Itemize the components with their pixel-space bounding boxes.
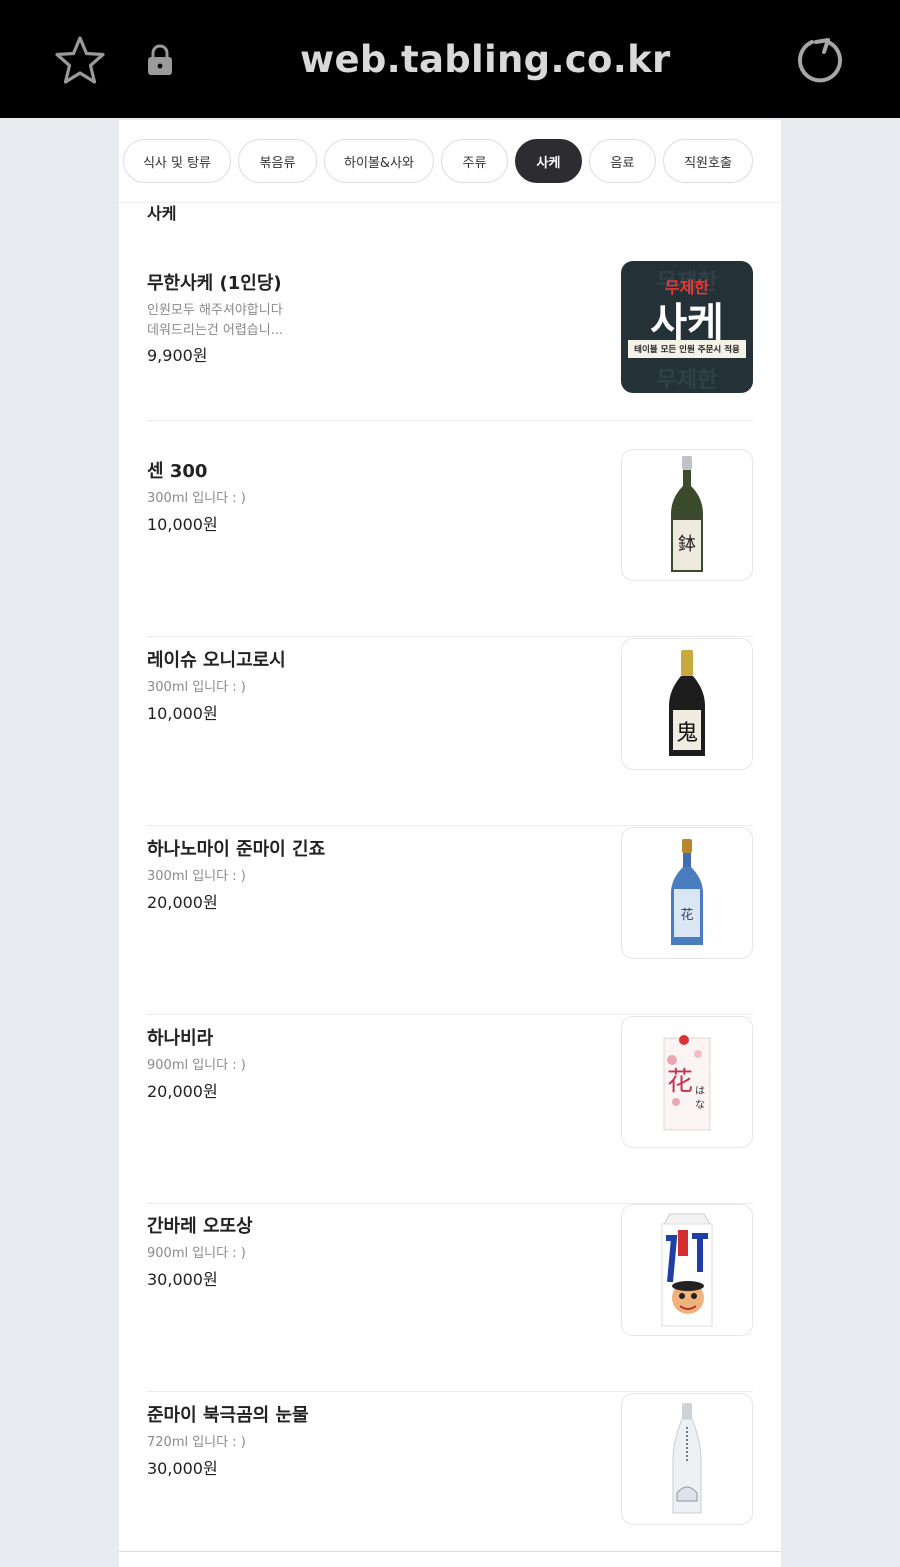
menu-item[interactable]: 센 300 300ml 입니다 : ) 10,000원 鉢 [147, 449, 753, 637]
item-image[interactable]: 花 [621, 827, 753, 959]
unlimited-sake-badge: 무제한 무제한 무제한 사케 테이블 모든 인원 주문시 적용 [622, 262, 752, 392]
tab-drinks[interactable]: 음료 [589, 139, 656, 183]
sake-bottle-image [672, 1403, 702, 1514]
item-name: 레이슈 오니고로시 [147, 650, 286, 671]
item-price: 20,000원 [147, 1082, 218, 1101]
category-tabs: 식사 및 탕류 볶음류 하이볼&사와 주류 사케 음료 직원호출 [119, 120, 781, 203]
tab-stir-fry[interactable]: 볶음류 [238, 139, 317, 183]
item-name: 무한사케 (1인당) [147, 273, 282, 294]
menu-item[interactable]: 간바레 오또상 900ml 입니다 : ) 30,000원 [147, 1204, 753, 1392]
item-description: 300ml 입니다 : ) [147, 680, 246, 695]
tab-sake[interactable]: 사케 [515, 139, 582, 183]
item-image[interactable]: 花 は な [621, 1016, 753, 1148]
item-image[interactable] [621, 1204, 753, 1336]
item-image[interactable]: 무제한 무제한 무제한 사케 테이블 모든 인원 주문시 적용 [621, 261, 753, 393]
item-price: 9,900원 [147, 346, 208, 365]
sake-bottle-image: 鉢 [671, 456, 703, 572]
tab-highball[interactable]: 하이볼&사와 [324, 139, 434, 183]
svg-text:花: 花 [680, 907, 693, 923]
reload-icon[interactable] [794, 34, 846, 86]
sake-pack-image: 花 は な [663, 1035, 711, 1131]
svg-text:花: 花 [667, 1067, 693, 1097]
menu-item[interactable]: 무한사케 (1인당) 인원모두 해주셔야합니다 데워드리는건 어렵습니... 9… [147, 261, 753, 421]
item-name: 하나노마이 준마이 긴죠 [147, 839, 326, 860]
item-description: 900ml 입니다 : ) [147, 1246, 246, 1261]
svg-text:な: な [695, 1099, 705, 1111]
menu-item[interactable]: 레이슈 오니고로시 300ml 입니다 : ) 10,000원 鬼 [147, 638, 753, 826]
item-name: 센 300 [147, 461, 208, 482]
item-description: 300ml 입니다 : ) [147, 869, 246, 884]
item-image[interactable] [621, 1393, 753, 1525]
lock-icon [148, 44, 172, 75]
badge-strip-text: 테이블 모든 인원 주문시 적용 [628, 340, 746, 358]
menu-content: 식사 및 탕류 볶음류 하이볼&사와 주류 사케 음료 직원호출 사케 무한사케… [119, 120, 781, 1567]
item-description: 300ml 입니다 : ) [147, 491, 246, 506]
item-name: 준마이 북극곰의 눈물 [147, 1405, 309, 1426]
tab-liquor[interactable]: 주류 [441, 139, 508, 183]
svg-text:は: は [695, 1085, 705, 1097]
section-title: 사케 [147, 204, 177, 223]
item-name: 하나비라 [147, 1028, 214, 1049]
item-price: 30,000원 [147, 1270, 218, 1289]
item-name: 간바레 오또상 [147, 1216, 253, 1237]
item-image[interactable]: 鬼 [621, 638, 753, 770]
browser-toolbar: web.tabling.co.kr [0, 0, 900, 118]
item-price: 30,000원 [147, 1459, 218, 1478]
tab-meals[interactable]: 식사 및 탕류 [123, 139, 231, 183]
menu-item[interactable]: 하나비라 900ml 입니다 : ) 20,000원 花 は な [147, 1016, 753, 1204]
item-description: 인원모두 해주셔야합니다 데워드리는건 어렵습니... [147, 303, 284, 338]
sake-bottle-image: 鬼 [669, 650, 705, 756]
bottom-divider [119, 1551, 781, 1552]
star-icon[interactable] [54, 35, 106, 87]
item-price: 10,000원 [147, 704, 218, 723]
item-price: 20,000원 [147, 893, 218, 912]
menu-item[interactable]: 준마이 북극곰의 눈물 720ml 입니다 : ) 30,000원 [147, 1393, 753, 1567]
item-description: 900ml 입니다 : ) [147, 1058, 246, 1073]
address-bar-url[interactable]: web.tabling.co.kr [300, 38, 670, 81]
item-description: 720ml 입니다 : ) [147, 1435, 246, 1450]
item-image[interactable]: 鉢 [621, 449, 753, 581]
svg-text:鬼: 鬼 [676, 721, 698, 746]
sake-bottle-image: 花 [671, 839, 703, 945]
item-price: 10,000원 [147, 515, 218, 534]
svg-text:鉢: 鉢 [678, 534, 696, 555]
tab-call-staff[interactable]: 직원호출 [663, 139, 753, 183]
sake-pack-image [661, 1213, 713, 1327]
menu-item[interactable]: 하나노마이 준마이 긴죠 300ml 입니다 : ) 20,000원 花 [147, 827, 753, 1015]
